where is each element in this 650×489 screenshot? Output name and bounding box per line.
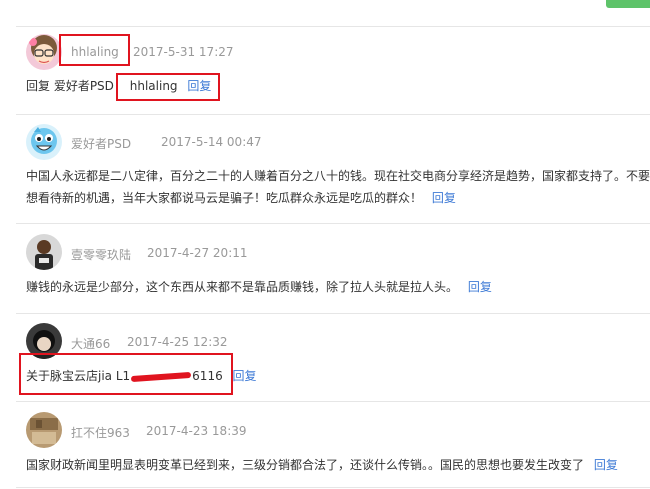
comment-text-line: 国家财政新闻里明显表明变革已经到来，三级分销都合法了，还谈什么传销。。国民的思想… <box>26 458 585 472</box>
comment-divider <box>16 401 650 402</box>
comment-divider <box>16 223 650 224</box>
comment-divider <box>16 26 650 27</box>
comment-divider <box>16 114 650 115</box>
comment-username[interactable]: 扛不住963 <box>71 424 130 441</box>
comment-divider <box>16 313 650 314</box>
dark-hair-portrait <box>26 323 62 359</box>
comment-text: 赚钱的永远是少部分，这个东西从来都不是靠品质赚钱，除了拉人头就是拉人头。 回复 <box>26 278 492 295</box>
comment-text: 回复 爱好者PSD hhlaling 回复 <box>26 77 211 94</box>
avatar[interactable] <box>26 412 62 448</box>
reply-link[interactable]: 回复 <box>468 280 492 294</box>
avatar[interactable] <box>26 124 62 160</box>
avatar[interactable] <box>26 323 62 359</box>
comment-timestamp: 2017-4-23 18:39 <box>146 424 247 438</box>
comment-divider <box>16 487 650 488</box>
room-photo <box>26 412 62 448</box>
reply-link[interactable]: 回复 <box>233 369 257 383</box>
comment-text-line: 回复 爱好者PSD <box>26 79 114 93</box>
mention-username[interactable]: hhlaling <box>130 79 178 93</box>
avatar[interactable] <box>26 234 62 270</box>
top-green-tab[interactable] <box>606 0 650 8</box>
comment-list-page: hhlaling 2017-5-31 17:27 回复 爱好者PSD hhlal… <box>0 0 650 489</box>
comment-text-suffix: 6116 <box>192 369 223 383</box>
comment-text-line: 想看待新的机遇，当年大家都说马云是骗子！吃瓜群众永远是吃瓜的群众！ <box>26 191 423 205</box>
comment-text-line: 赚钱的永远是少部分，这个东西从来都不是靠品质赚钱，除了拉人头就是拉人头。 <box>26 280 459 294</box>
comment-timestamp: 2017-4-27 20:11 <box>147 246 248 260</box>
basketball-player-photo <box>26 234 62 270</box>
comment-username[interactable]: 爱好者PSD <box>71 135 131 152</box>
avatar[interactable] <box>26 34 62 70</box>
comment-timestamp: 2017-4-25 12:32 <box>127 335 228 349</box>
comment-text: 国家财政新闻里明显表明变革已经到来，三级分销都合法了，还谈什么传销。。国民的思想… <box>26 456 618 473</box>
comment-text-line: 中国人永远都是二八定律，百分之二十的人赚着百分之八十的钱。现在社交电商分享经济是… <box>26 169 650 183</box>
comment-username[interactable]: 壹零零玖陆 <box>71 246 131 263</box>
reply-link[interactable]: 回复 <box>432 191 456 205</box>
cartoon-girl-icon <box>26 34 62 70</box>
comment-text: 想看待新的机遇，当年大家都说马云是骗子！吃瓜群众永远是吃瓜的群众！ 回复 <box>26 189 456 206</box>
comment-timestamp: 2017-5-31 17:27 <box>133 45 234 59</box>
redaction-mark <box>131 371 192 382</box>
reply-link[interactable]: 回复 <box>594 458 618 472</box>
cartoon-boy-icon <box>26 124 62 160</box>
comment-timestamp: 2017-5-14 00:47 <box>161 135 262 149</box>
comment-username[interactable]: hhlaling <box>71 45 119 59</box>
comment-username[interactable]: 大通66 <box>71 335 110 352</box>
reply-link[interactable]: 回复 <box>187 79 211 93</box>
comment-text-line: 关于脉宝云店jia L1 <box>26 369 131 383</box>
comment-text: 关于脉宝云店jia L1 6116 回复 <box>26 367 257 384</box>
